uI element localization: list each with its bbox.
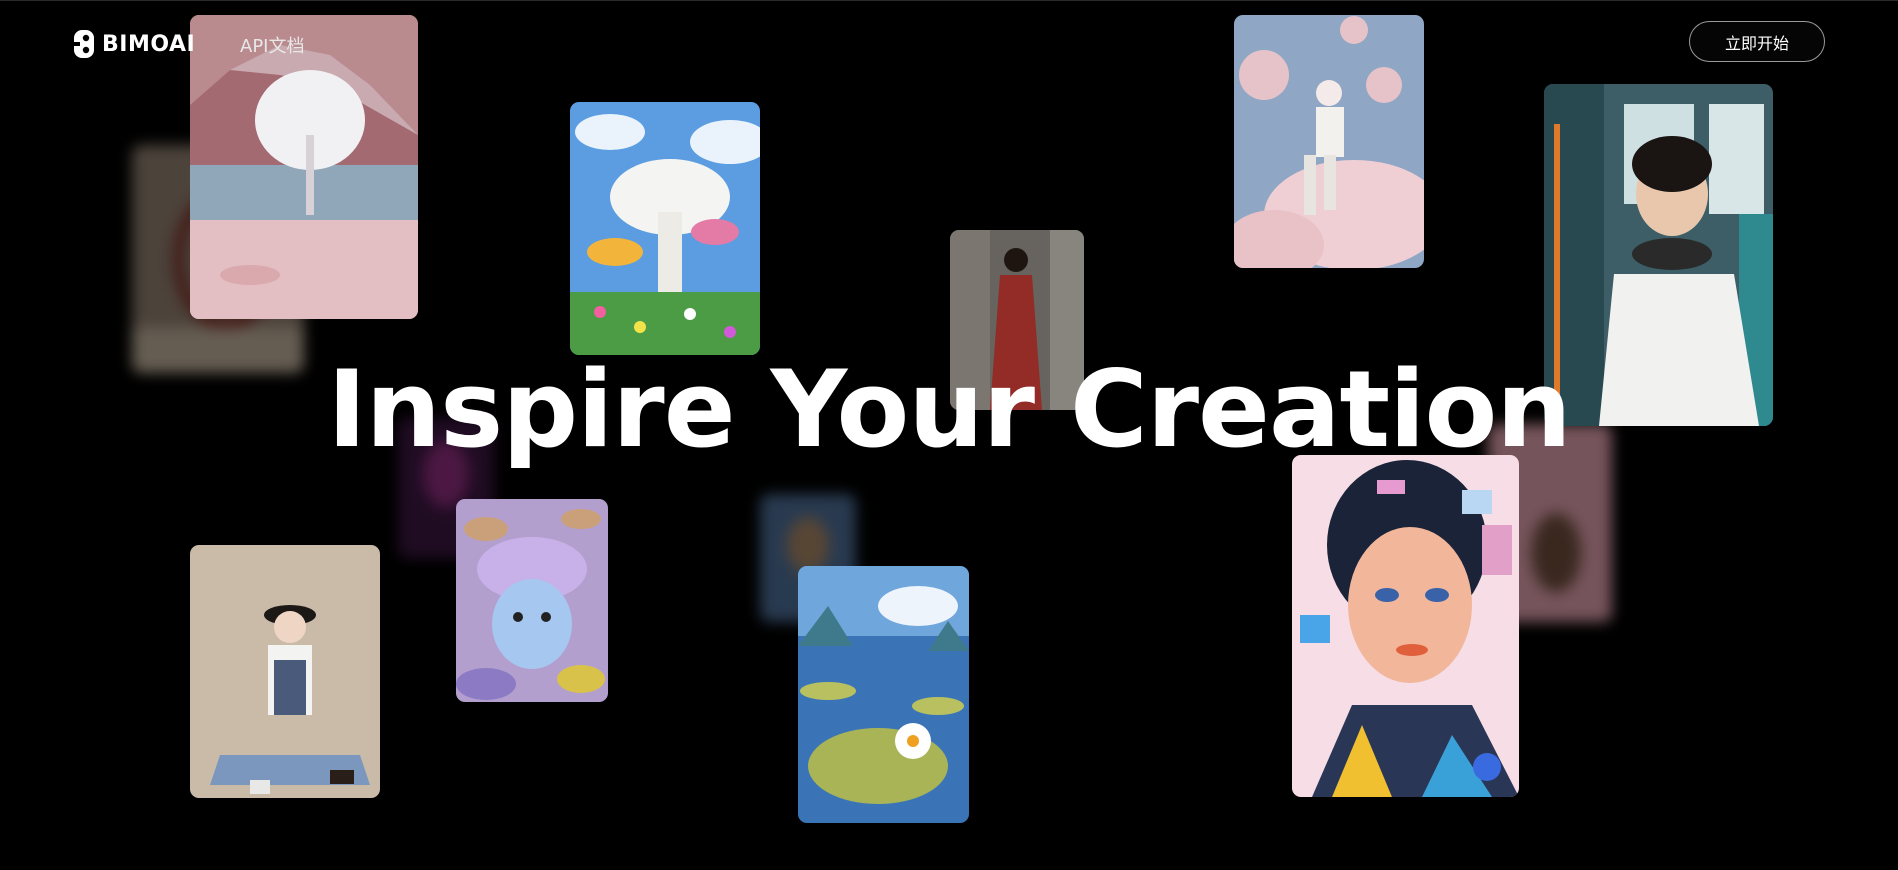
nav-link-api-docs[interactable]: API文档 — [240, 32, 304, 58]
logo-text: BIMOAI — [102, 31, 196, 57]
image-tile-hat-girl[interactable] — [190, 545, 380, 798]
navbar: BIMOAI API文档 立即开始 — [0, 0, 1898, 84]
logo[interactable]: BIMOAI — [72, 28, 195, 60]
image-tile-mushroom[interactable] — [570, 102, 760, 355]
page: Inspire Your Creation BIMOAI API文档 立即开始 — [0, 0, 1898, 870]
image-tile-popart-portrait[interactable] — [1292, 455, 1519, 797]
image-tile-plush-creature[interactable] — [456, 499, 608, 702]
get-started-button[interactable]: 立即开始 — [1689, 21, 1825, 62]
hero-title: Inspire Your Creation — [327, 348, 1572, 471]
bimoai-logo-icon — [72, 30, 94, 58]
image-tile-water-lily[interactable] — [798, 566, 969, 823]
